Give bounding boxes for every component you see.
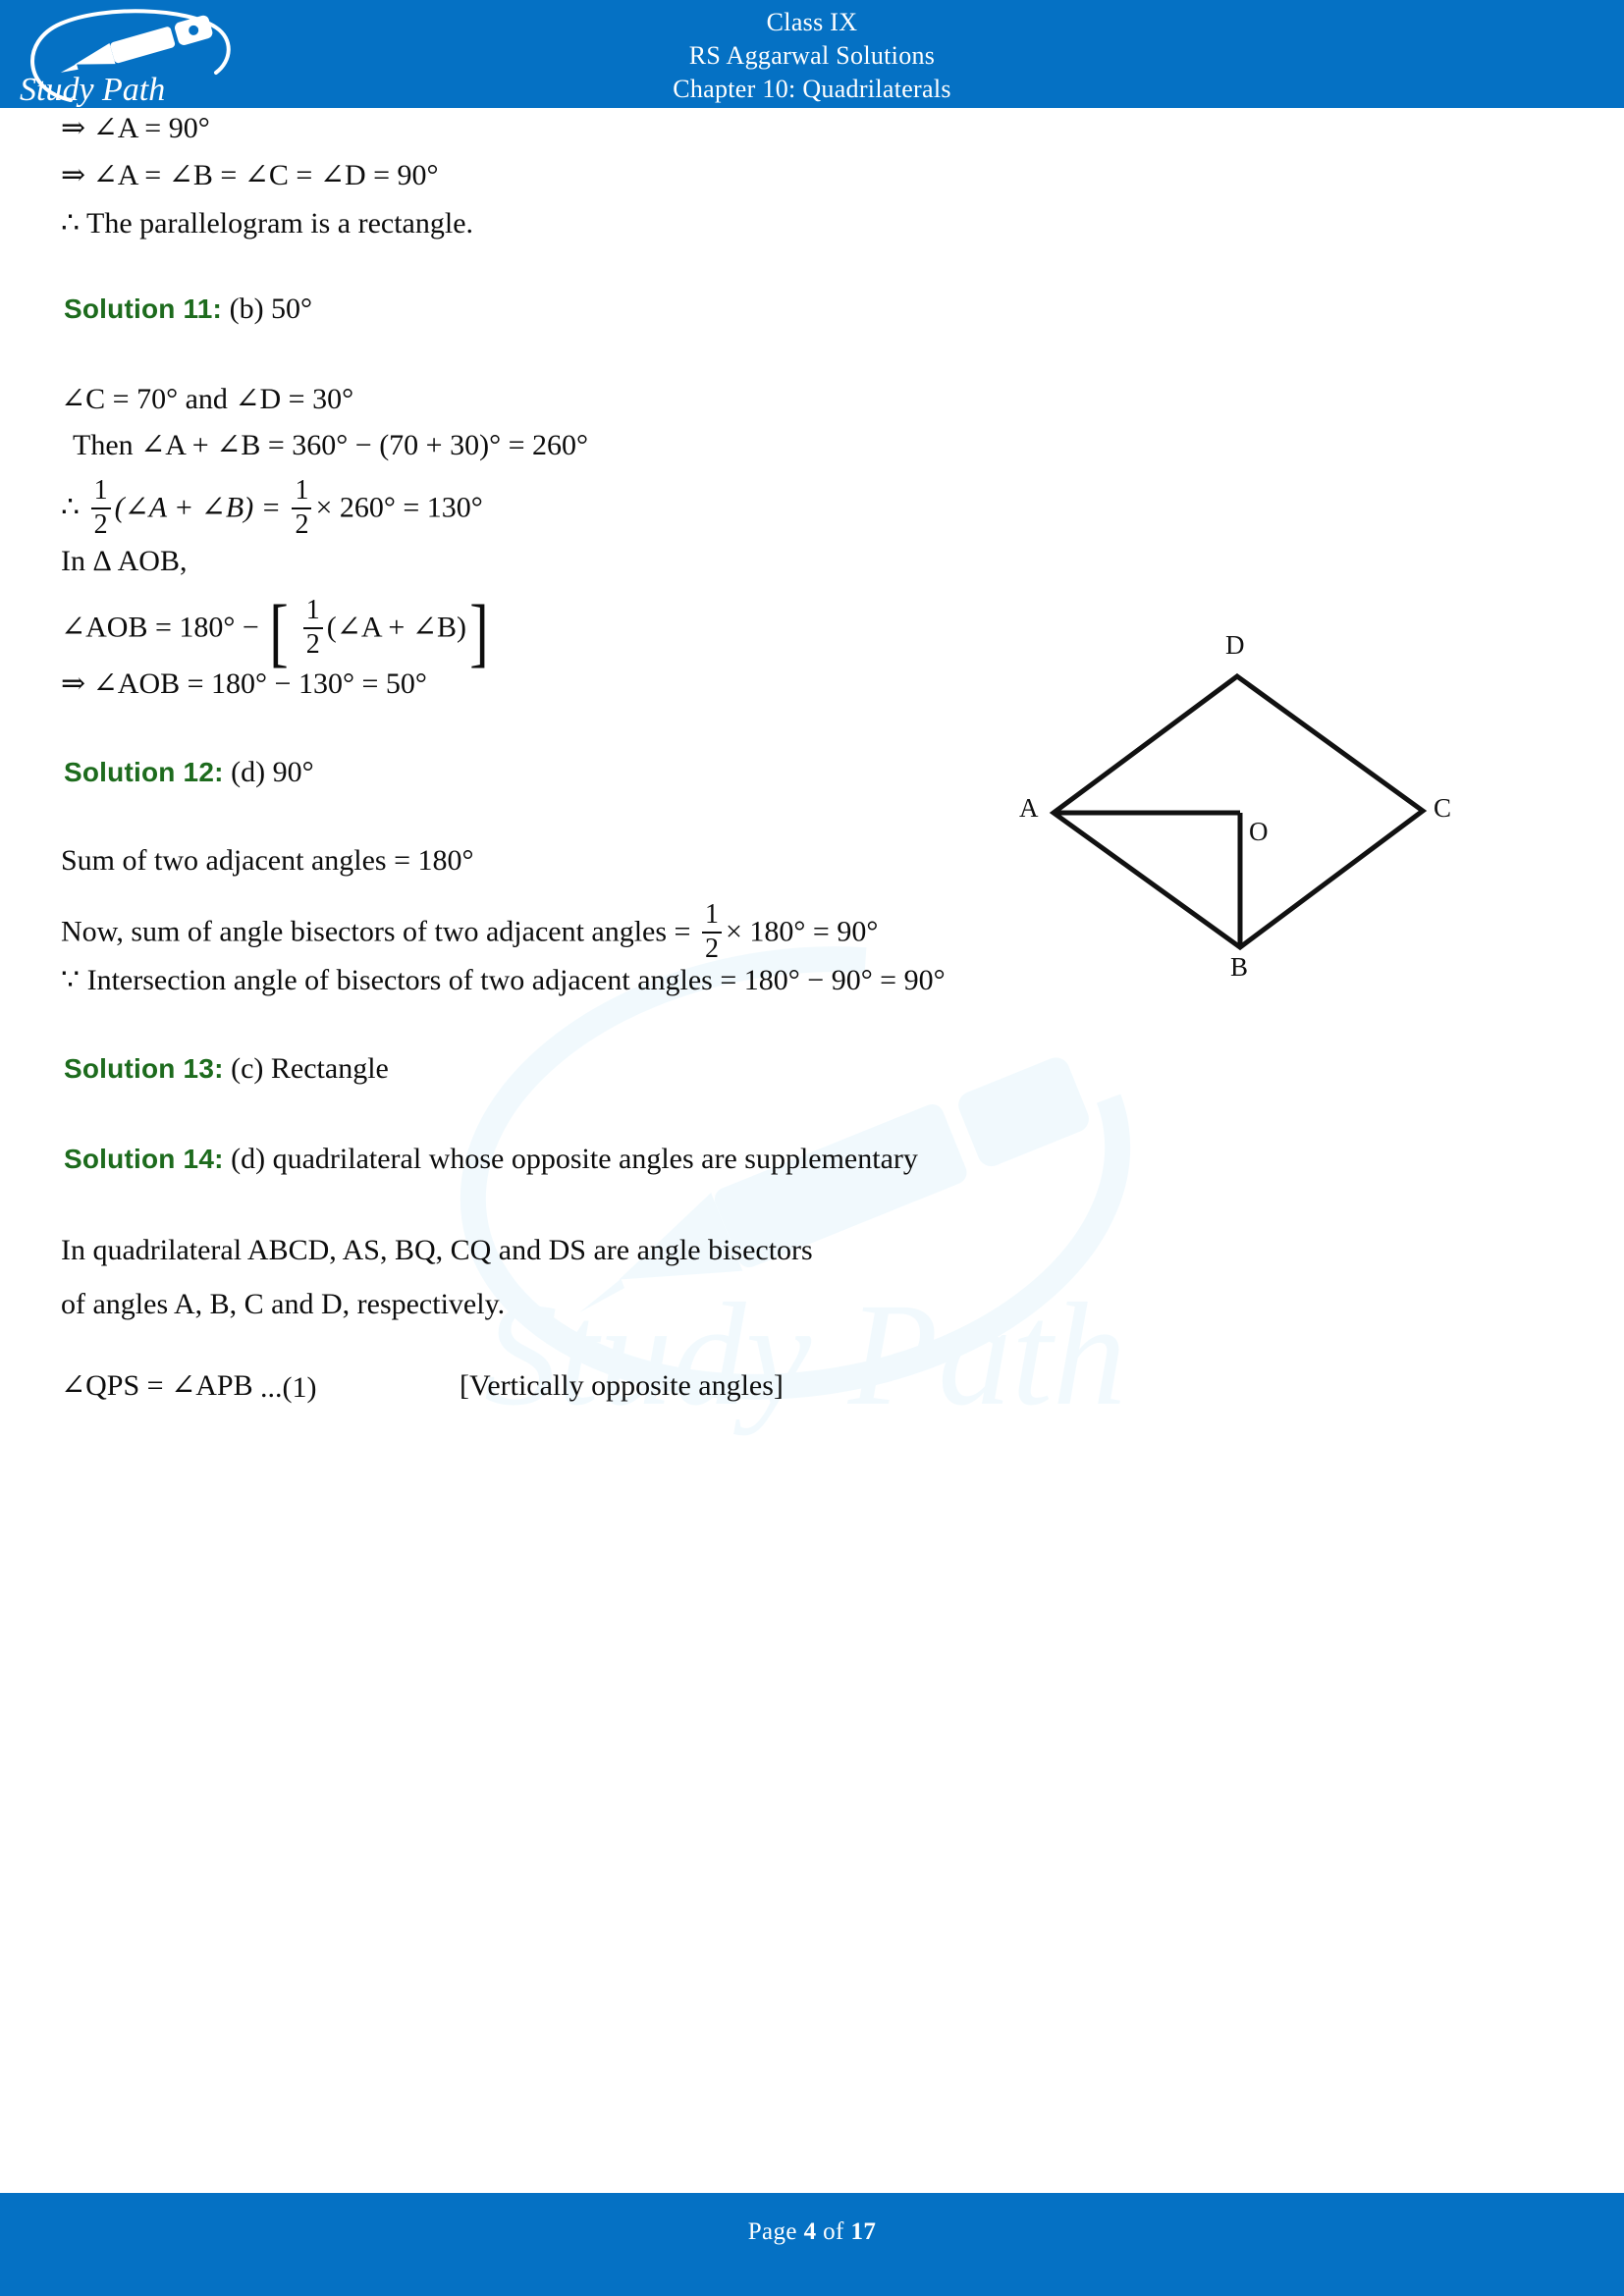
carryover-line-3: ∴ The parallelogram is a rectangle. (61, 207, 474, 240)
solution-11-step-5: ⇒ ∠AOB = 180° − 130° = 50° (61, 667, 427, 700)
solution-14-line-1: In quadrilateral ABCD, AS, BQ, CQ and DS… (61, 1234, 813, 1266)
fraction-one-half-c: 1 2 (302, 596, 323, 659)
diagram-label-B: B (1230, 952, 1249, 982)
solution-11-step-4-inner: (∠A + ∠B) (326, 611, 466, 644)
page-number-indicator: Page 4 of 17 (0, 2218, 1624, 2246)
solution-11-step-4: ∠AOB = 180° − [ 1 2 (∠A + ∠B)] (61, 588, 489, 674)
page-total-number: 17 (850, 2218, 877, 2245)
solution-11-label: Solution 11: (64, 294, 223, 324)
page-header: Study Path Class IX RS Aggarwal Solution… (0, 0, 1624, 108)
solution-12-answer: (d) 90° (231, 756, 314, 788)
diagram-label-D: D (1225, 630, 1245, 660)
rhombus-diagram: D A C B O (1001, 630, 1512, 1031)
solution-12-step-2-tail: × 180° = 90° (725, 915, 879, 948)
header-line-class: Class IX (766, 8, 858, 36)
solution-12-step-1: Sum of two adjacent angles = 180° (61, 844, 474, 877)
page-label-prefix: Page (747, 2218, 797, 2245)
solution-11-step-2: ∴ 1 2 (∠A + ∠B) = 1 2 × 260° = 130° (61, 476, 483, 541)
solution-12-label: Solution 12: (64, 757, 224, 787)
solution-11-answer: (b) 50° (229, 293, 313, 325)
header-line-chapter: Chapter 10: Quadrilaterals (673, 75, 951, 103)
solution-11-step-4-prefix: ∠AOB = 180° − (61, 611, 259, 644)
solution-12-step-2-prefix: Now, sum of angle bisectors of two adjac… (61, 915, 691, 948)
therefore-symbol: ∴ (61, 491, 81, 524)
solution-13-label: Solution 13: (64, 1053, 224, 1084)
solution-11-given: ∠C = 70° and ∠D = 30° (61, 383, 354, 415)
solution-12-step-2: Now, sum of angle bisectors of two adjac… (61, 900, 879, 965)
solution-14-answer: (d) quadrilateral whose opposite angles … (231, 1143, 918, 1175)
solution-12-heading: Solution 12: (d) 90° (64, 754, 314, 791)
carryover-line-2: ⇒ ∠A = ∠B = ∠C = ∠D = 90° (61, 159, 439, 191)
page-body: ⇒ ∠A = 90° ⇒ ∠A = ∠B = ∠C = ∠D = 90° ∴ T… (0, 108, 1624, 2193)
page-label-of: of (823, 2218, 844, 2245)
solution-11-heading: Solution 11: (b) 50° (64, 291, 312, 328)
solution-14-equation-ref: ...(1) (260, 1371, 317, 1404)
solution-14-equation-note: [Vertically opposite angles] (460, 1369, 784, 1402)
diagram-label-C: C (1434, 793, 1452, 823)
page-current-number: 4 (803, 2218, 817, 2245)
fraction-one-half-b: 1 2 (292, 476, 312, 539)
carryover-line-1: ⇒ ∠A = 90° (61, 112, 210, 144)
solution-14-equation: ∠QPS = ∠APB (61, 1369, 253, 1402)
header-line-book: RS Aggarwal Solutions (688, 41, 936, 70)
solution-11-step-2-mid: (∠A + ∠B) = (114, 491, 281, 524)
solution-12-step-3: ∵ Intersection angle of bisectors of two… (61, 964, 946, 996)
solution-14-heading: Solution 14: (d) quadrilateral whose opp… (64, 1141, 918, 1178)
header-title-block: Class IX RS Aggarwal Solutions Chapter 1… (0, 6, 1624, 106)
solution-11-step-3: In Δ AOB, (61, 545, 188, 577)
diagram-label-A: A (1019, 793, 1039, 823)
solution-14-label: Solution 14: (64, 1144, 224, 1174)
document-page: Study Path Study Path Class IX RS Aggarw… (0, 0, 1624, 2296)
fraction-one-half-d: 1 2 (701, 900, 722, 963)
solution-11-step-2-tail: × 260° = 130° (315, 491, 483, 524)
solution-11-step-1: Then ∠A + ∠B = 360° − (70 + 30)° = 260° (73, 429, 588, 461)
solution-14-line-2: of angles A, B, C and D, respectively. (61, 1288, 506, 1320)
solution-13-heading: Solution 13: (c) Rectangle (64, 1050, 389, 1088)
solution-13-answer: (c) Rectangle (231, 1052, 389, 1085)
page-footer: Page 4 of 17 (0, 2193, 1624, 2296)
fraction-one-half-a: 1 2 (90, 476, 111, 539)
diagram-label-O: O (1249, 817, 1269, 846)
